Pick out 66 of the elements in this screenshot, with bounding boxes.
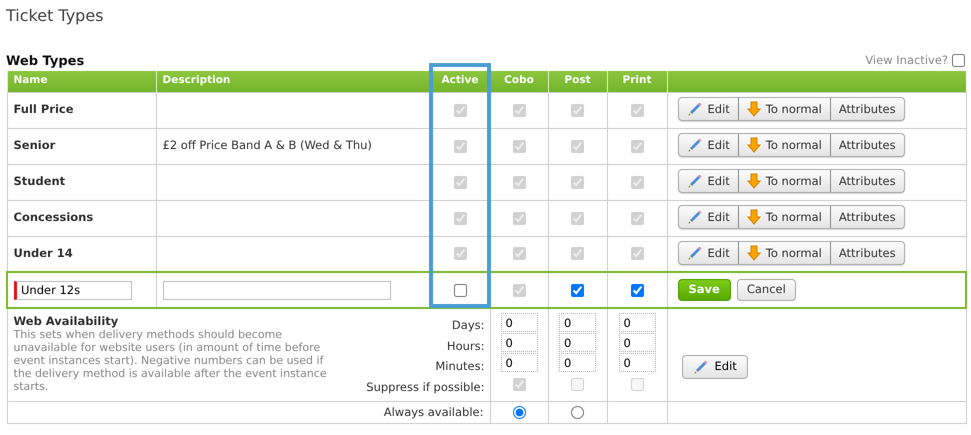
field-label: Hours: xyxy=(446,338,484,354)
column-header: Name xyxy=(7,71,156,92)
edit-button[interactable]: Edit xyxy=(678,98,738,120)
number-field[interactable]: 0 xyxy=(559,333,596,352)
field-label: Minutes: xyxy=(435,358,484,375)
name-field[interactable]: Under 12s xyxy=(14,280,132,300)
to-normal-button[interactable]: To normal xyxy=(738,98,830,120)
always-available-label: Always available: xyxy=(384,404,484,419)
pencil-icon xyxy=(686,173,702,190)
to-normal-button[interactable]: To normal xyxy=(738,242,830,264)
radio-button[interactable] xyxy=(512,406,526,420)
number-field[interactable]: 0 xyxy=(559,313,596,332)
ticket-type-name: Student xyxy=(14,174,66,188)
number-field[interactable]: 0 xyxy=(559,353,596,372)
pencil-icon xyxy=(692,359,708,375)
number-field[interactable]: 0 xyxy=(618,313,656,332)
number-field[interactable]: 0 xyxy=(618,353,656,372)
page-title: Ticket Types xyxy=(6,5,105,27)
column-header: Description xyxy=(156,71,430,92)
attributes-button[interactable]: Attributes xyxy=(830,134,904,156)
edit-button[interactable]: Edit xyxy=(682,355,748,379)
attributes-button[interactable]: Attributes xyxy=(830,170,904,192)
number-field[interactable]: 0 xyxy=(500,353,538,372)
availability-title: Web Availability xyxy=(14,315,120,328)
number-field[interactable]: 0 xyxy=(500,313,538,332)
attributes-button[interactable]: Attributes xyxy=(830,242,904,264)
field-label: Days: xyxy=(452,317,484,334)
pencil-icon xyxy=(686,245,702,262)
edit-button[interactable]: Edit xyxy=(678,206,738,228)
down-arrow-icon xyxy=(746,209,761,226)
column-header: Post xyxy=(548,71,607,92)
column-header: Cobo xyxy=(490,71,548,92)
ticket-type-description: £2 off Price Band A & B (Wed & Thu) xyxy=(162,138,372,152)
radio-button[interactable] xyxy=(571,406,584,420)
pencil-icon xyxy=(686,101,702,118)
availability-description: This sets when delivery methods should become unavailable for website users (in amount of time before event instances start). Negative numbers can be used if the delivery method is available after the event instance starts. xyxy=(14,328,328,393)
ticket-type-name: Concessions xyxy=(14,210,94,224)
ticket-type-name: Senior xyxy=(14,138,56,152)
description-field[interactable] xyxy=(162,280,390,300)
to-normal-button[interactable]: To normal xyxy=(738,134,830,156)
column-header: Active xyxy=(430,71,490,92)
pencil-icon xyxy=(686,209,702,226)
down-arrow-icon xyxy=(746,245,761,262)
down-arrow-icon xyxy=(746,101,761,118)
attributes-button[interactable]: Attributes xyxy=(830,206,904,228)
edit-button[interactable]: Edit xyxy=(678,242,738,264)
column-header: Print xyxy=(607,71,667,92)
attributes-button[interactable]: Attributes xyxy=(830,98,904,120)
view-inactive-label: View Inactive? xyxy=(865,52,948,69)
edit-button[interactable]: Edit xyxy=(678,170,738,192)
down-arrow-icon xyxy=(746,137,761,154)
checkbox[interactable] xyxy=(454,284,466,297)
cancel-button[interactable]: Cancel xyxy=(736,279,796,301)
edit-button[interactable]: Edit xyxy=(678,134,738,156)
checkbox[interactable] xyxy=(630,284,644,297)
section-title: Web Types xyxy=(6,52,84,70)
ticket-type-name: Full Price xyxy=(14,102,74,116)
to-normal-button[interactable]: To normal xyxy=(738,170,830,192)
number-field[interactable]: 0 xyxy=(618,333,656,352)
field-label: Suppress if possible: xyxy=(366,378,484,396)
checkbox[interactable] xyxy=(571,284,584,297)
number-field[interactable]: 0 xyxy=(500,333,538,352)
to-normal-button[interactable]: To normal xyxy=(738,206,830,228)
pencil-icon xyxy=(686,137,702,154)
ticket-type-name: Under 14 xyxy=(14,246,73,260)
down-arrow-icon xyxy=(746,173,761,190)
